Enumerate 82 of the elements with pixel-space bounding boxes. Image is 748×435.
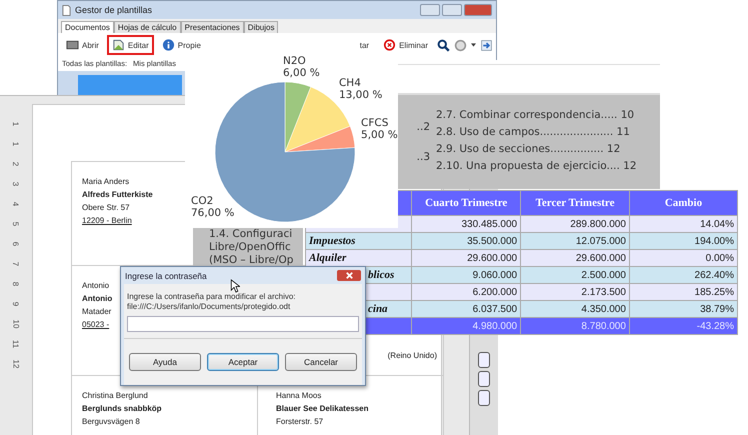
label-line: Obere Str. 57 xyxy=(82,203,130,212)
slice-label: CH4 xyxy=(338,77,361,90)
caret-icon[interactable] xyxy=(471,43,476,47)
ruler-number: 3 xyxy=(10,182,21,186)
value-label: 76,00 % xyxy=(191,207,234,219)
monitor-icon xyxy=(66,39,79,51)
table-cell: 8.780.000 xyxy=(520,318,630,334)
import-icon[interactable] xyxy=(480,38,493,52)
search-icon[interactable] xyxy=(437,38,450,52)
dialog-title: Ingrese la contraseña xyxy=(125,270,207,280)
toc-entry: 2.7. Combinar correspondencia..... 10 xyxy=(436,109,636,121)
password-field[interactable] xyxy=(127,316,359,332)
label-line: Hanna Moos xyxy=(276,391,322,400)
toc-page-number: ..2 xyxy=(416,121,430,133)
toc-entry: Libre/OpenOffic xyxy=(209,241,292,254)
dialog-button[interactable]: Aceptar xyxy=(207,353,279,371)
ruler-number: 10 xyxy=(10,320,21,328)
toc-page-number: ..3 xyxy=(416,151,430,163)
slice-label: CFCS xyxy=(361,117,388,130)
toolbar-button[interactable]: Eliminar xyxy=(378,35,433,55)
info-icon xyxy=(162,39,175,51)
label-line: 05023 - xyxy=(82,320,110,329)
label-line: 12209 - Berlin xyxy=(82,216,132,225)
toolbar-button[interactable]: tar xyxy=(354,36,374,54)
dialog-message: Ingrese la contraseña para modificar el archivo: xyxy=(127,292,297,301)
toc-entry: 1.4. Configuraci xyxy=(209,228,294,241)
label-line: Antonio xyxy=(82,281,110,290)
close-icon xyxy=(344,271,354,280)
ruler-number: 7 xyxy=(10,262,21,266)
file-path: file:///C:/Users/ifanlo/Documents/protegido.odt xyxy=(127,302,292,311)
sidebar-button[interactable] xyxy=(478,390,490,406)
tab[interactable]: Dibujos xyxy=(244,21,278,33)
toc-entry: 2.8. Uso de campos...................... 11 xyxy=(436,126,631,138)
label-line: Forsterstr. 57 xyxy=(276,417,324,426)
column-header: Tercer Trimestre xyxy=(520,190,630,216)
label-line: Christina Berglund xyxy=(82,391,148,400)
tab[interactable]: Presentaciones xyxy=(180,21,244,33)
value-label: 13,00 % xyxy=(338,89,382,102)
toc-entry: 2.9. Uso de secciones................ 12 xyxy=(436,143,622,155)
label-line: (Reino Unido) xyxy=(388,351,437,360)
template-thumbnail[interactable] xyxy=(78,75,182,95)
ruler-number: 11 xyxy=(10,340,21,348)
value-label: 5,00 % xyxy=(361,129,398,142)
dialog-button[interactable]: Ayuda xyxy=(129,353,201,371)
ruler-number: 1 xyxy=(10,122,21,126)
ruler-number: 8 xyxy=(10,282,21,286)
ruler-number: 6 xyxy=(10,242,21,246)
ruler-number: 1 xyxy=(10,142,21,146)
toolbar-button[interactable]: Editar xyxy=(106,35,154,55)
page-icon xyxy=(112,39,125,51)
table-cell: -43.28% xyxy=(629,318,738,334)
label-line: Alfreds Futterkiste xyxy=(82,190,153,199)
label-line: Berguvsvägen 8 xyxy=(82,417,140,426)
slice-label: CO2 xyxy=(191,195,214,207)
toc-entry: (MSO – Libre/Op xyxy=(209,254,294,266)
ruler-number: 12 xyxy=(10,360,21,368)
label-line: Blauer See Delikatessen xyxy=(276,404,368,413)
document-icon xyxy=(62,4,71,16)
sidebar-button[interactable] xyxy=(478,352,490,368)
tab[interactable]: Hojas de cálculo xyxy=(114,21,181,33)
label-line: Matader xyxy=(82,307,112,316)
column-header: Cuarto Trimestre xyxy=(412,190,521,216)
dialog-button[interactable]: Cancelar xyxy=(285,353,357,371)
column-header: Cambio xyxy=(629,190,738,216)
ruler-number: 4 xyxy=(10,202,21,206)
ruler-number: 2 xyxy=(10,162,21,166)
window-title: Gestor de plantillas xyxy=(75,5,152,15)
tab[interactable]: Documentos xyxy=(61,21,114,33)
ruler-number: 5 xyxy=(10,222,21,226)
sidebar-button[interactable] xyxy=(478,371,490,387)
toolbar-button[interactable]: Propie xyxy=(156,35,206,55)
table-cell: 4.980.000 xyxy=(412,318,521,334)
value-label: 6,00 % xyxy=(283,67,320,79)
label-line: Berglunds snabbköp xyxy=(82,404,162,413)
label-line: Maria Anders xyxy=(82,177,130,186)
slice-label: N2O xyxy=(283,55,306,67)
cursor-icon xyxy=(230,279,240,293)
close-button[interactable] xyxy=(337,270,361,281)
toc-entry: 2.10. Una propuesta de ejercicio.... 12 xyxy=(436,160,637,172)
ruler-number: 9 xyxy=(10,302,21,306)
label-line: Antonio xyxy=(82,294,112,303)
toolbar-button[interactable]: Abrir xyxy=(61,35,104,55)
